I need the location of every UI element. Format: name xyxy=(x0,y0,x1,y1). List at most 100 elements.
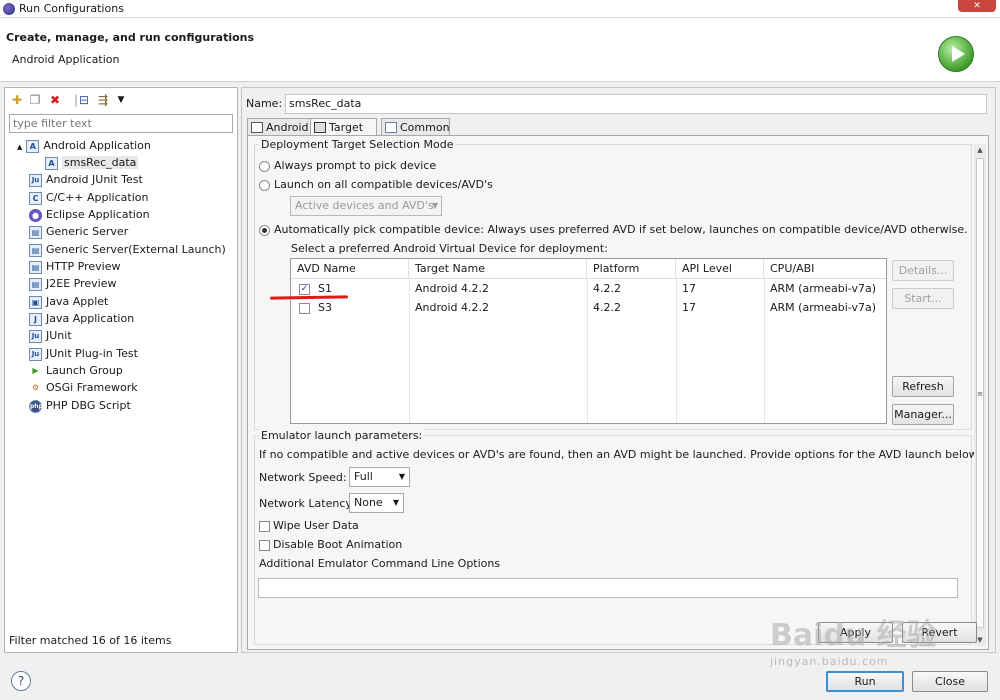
launch-group-icon: ▶ xyxy=(32,365,39,375)
dialog-header: Create, manage, and run configurations A… xyxy=(0,18,1000,82)
window-close-button[interactable]: ✕ xyxy=(958,0,996,12)
tree-item-android-junit-test[interactable]: Ju Android JUnit Test xyxy=(29,171,143,188)
manager-button[interactable]: Manager... xyxy=(892,404,954,425)
help-icon[interactable]: ? xyxy=(11,671,31,691)
target-name-cell: Android 4.2.2 xyxy=(415,282,490,295)
tree-item-junit[interactable]: Ju JUnit xyxy=(29,327,72,344)
applet-icon: ▣ xyxy=(29,295,42,309)
disable-boot-animation-checkbox[interactable] xyxy=(259,540,270,551)
api-level-cell: 17 xyxy=(682,301,696,314)
common-tab-icon xyxy=(385,122,397,133)
launch-all-radio[interactable] xyxy=(259,180,270,191)
tab-common[interactable]: Common xyxy=(381,118,450,136)
tree-item-label: HTTP Preview xyxy=(46,260,121,273)
name-input[interactable]: smsRec_data xyxy=(285,94,987,114)
scroll-thumb[interactable]: ≡ xyxy=(976,158,984,628)
tree-item-generic-server-external[interactable]: ▤ Generic Server(External Launch) xyxy=(29,241,226,258)
java-app-icon: J xyxy=(29,312,42,326)
wipe-user-data-checkbox[interactable] xyxy=(259,521,270,532)
prompt-device-radio[interactable] xyxy=(259,161,270,172)
launch-all-combo[interactable]: Active devices and AVD's ▼ xyxy=(290,196,442,216)
select-avd-label: Select a preferred Android Virtual Devic… xyxy=(291,242,608,255)
osgi-icon: ⚙ xyxy=(31,382,40,392)
combo-value: Active devices and AVD's xyxy=(295,199,434,212)
tree-item-label: PHP DBG Script xyxy=(46,399,131,412)
column-divider xyxy=(676,279,677,423)
launch-all-label: Launch on all compatible devices/AVD's xyxy=(274,178,493,191)
filter-status: Filter matched 16 of 16 items xyxy=(9,634,172,647)
http-icon: ▤ xyxy=(29,260,42,274)
cmdline-options-input[interactable] xyxy=(258,578,958,598)
window-titlebar: Run Configurations ✕ xyxy=(0,0,1000,18)
col-platform[interactable]: Platform xyxy=(587,259,676,279)
tree-item-generic-server[interactable]: ▤ Generic Server xyxy=(29,223,128,240)
avd-s3-checkbox[interactable] xyxy=(299,303,310,314)
android-app-icon: A xyxy=(26,139,40,153)
tree-item-label: C/C++ Application xyxy=(46,191,149,204)
col-cpu-abi[interactable]: CPU/ABI xyxy=(764,259,886,279)
scroll-up-icon[interactable]: ▲ xyxy=(974,144,986,156)
close-button[interactable]: Close xyxy=(912,671,988,692)
tree-item-label: Generic Server xyxy=(46,225,129,238)
network-latency-label: Network Latency: xyxy=(259,497,355,510)
column-divider xyxy=(587,279,588,423)
junit-plugin-icon: Ju xyxy=(29,347,42,361)
tab-android[interactable]: Android xyxy=(247,118,311,136)
chevron-down-icon: ▼ xyxy=(431,201,438,210)
window-title: Run Configurations xyxy=(19,2,124,15)
tree-item-label: Eclipse Application xyxy=(46,208,150,221)
watermark-logo: Baidu 经验 xyxy=(770,618,937,653)
filter-input[interactable]: type filter text xyxy=(9,114,233,133)
tree-item-java-application[interactable]: J Java Application xyxy=(29,310,134,327)
refresh-button[interactable]: Refresh xyxy=(892,376,954,397)
avd-table-header: AVD Name Target Name Platform API Level … xyxy=(291,259,886,279)
tree-item-j2ee-preview[interactable]: ▤ J2EE Preview xyxy=(29,275,116,292)
c-app-icon: C xyxy=(29,191,42,205)
filter-menu-chevron-icon[interactable]: ▼ xyxy=(114,93,128,107)
avd-s1-checkbox[interactable]: ✓ xyxy=(299,284,310,295)
column-divider xyxy=(409,279,410,423)
name-label: Name: xyxy=(246,97,283,110)
j2ee-icon: ▤ xyxy=(29,277,42,291)
tree-item-c-app[interactable]: C C/C++ Application xyxy=(29,189,148,206)
android-config-icon: A xyxy=(45,156,58,170)
android-tab-icon xyxy=(251,122,263,133)
col-avd-name[interactable]: AVD Name xyxy=(291,259,409,279)
run-banner-icon xyxy=(938,36,974,72)
configuration-tree-panel: ✚ ❐ ✖ | ⊟ ⇶ ▼ type filter text ▲ A Android… xyxy=(4,87,238,653)
duplicate-icon[interactable]: ❐ xyxy=(28,93,42,107)
start-button[interactable]: Start... xyxy=(892,288,954,309)
tree-item-http-preview[interactable]: ▤ HTTP Preview xyxy=(29,258,120,275)
network-speed-label: Network Speed: xyxy=(259,471,347,484)
tree-item-smsrec-data[interactable]: AsmsRec_data xyxy=(45,154,139,171)
tree-item-label: Android Application xyxy=(43,139,151,152)
tree-item-android-application[interactable]: ▲ A Android Application xyxy=(17,137,151,154)
tree-item-eclipse-application[interactable]: ● Eclipse Application xyxy=(29,206,150,223)
run-button[interactable]: Run xyxy=(826,671,904,692)
tree-expand-icon[interactable]: ▲ xyxy=(17,143,22,151)
new-config-icon[interactable]: ✚ xyxy=(10,93,24,107)
emulator-group-label: Emulator launch parameters: xyxy=(259,429,425,442)
details-button[interactable]: Details... xyxy=(892,260,954,281)
chevron-down-icon: ▼ xyxy=(398,472,405,481)
auto-pick-radio[interactable] xyxy=(259,225,270,236)
tree-item-label: OSGi Framework xyxy=(46,381,138,394)
header-subtitle: Android Application xyxy=(12,53,120,66)
tree-item-osgi-framework[interactable]: ⚙ OSGi Framework xyxy=(29,379,138,396)
auto-pick-label: Automatically pick compatible device: Al… xyxy=(274,223,968,236)
tree-item-php-dbg-script[interactable]: php PHP DBG Script xyxy=(29,397,131,414)
editor-scrollbar[interactable]: ▲ ≡ ▼ xyxy=(974,144,986,646)
tab-label: Android xyxy=(266,121,309,134)
col-target-name[interactable]: Target Name xyxy=(409,259,587,279)
filter-icon[interactable]: ⇶ xyxy=(96,93,110,107)
tree-item-label: Java Applet xyxy=(46,295,109,308)
delete-icon[interactable]: ✖ xyxy=(48,93,62,107)
collapse-all-icon[interactable]: ⊟ xyxy=(77,93,91,107)
tree-item-junit-plugin-test[interactable]: Ju JUnit Plug-in Test xyxy=(29,345,138,362)
tree-item-launch-group[interactable]: ▶ Launch Group xyxy=(29,362,122,379)
tree-item-java-applet[interactable]: ▣ Java Applet xyxy=(29,293,108,310)
network-latency-select[interactable]: None ▼ xyxy=(349,493,404,513)
network-speed-select[interactable]: Full ▼ xyxy=(349,467,410,487)
col-api-level[interactable]: API Level xyxy=(676,259,764,279)
disable-boot-animation-label: Disable Boot Animation xyxy=(273,538,403,551)
